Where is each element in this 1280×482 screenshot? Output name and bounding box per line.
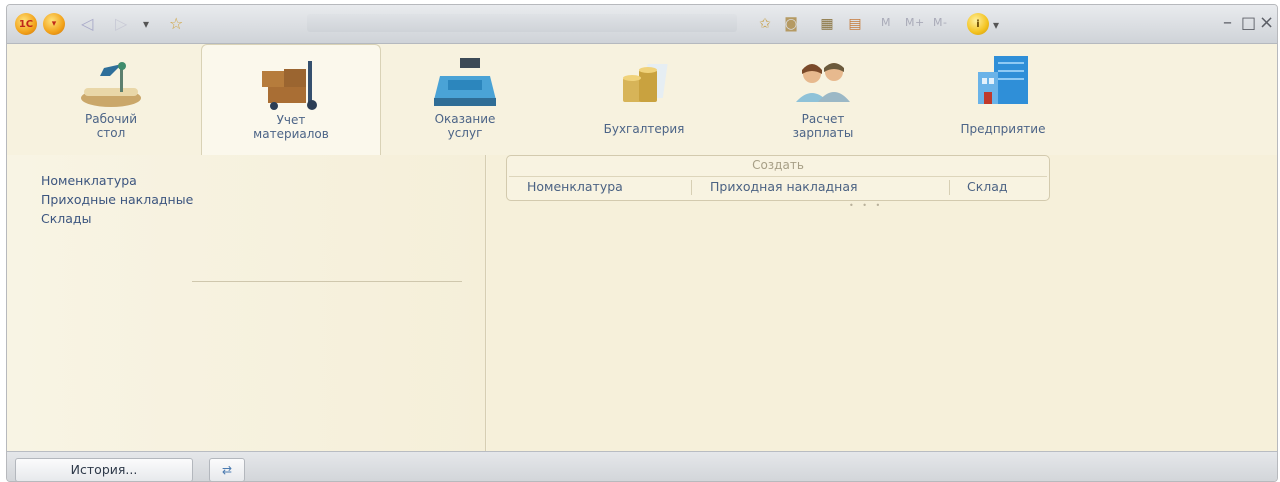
create-warehouse-button[interactable]: Склад	[967, 179, 1008, 194]
app-window: 1С ▾ ◁ ▷ ▾ ☆ ✩ ◙ ▦ ▤ M M+ M- i ▾ – □ × Р…	[6, 4, 1278, 482]
more-actions-indicator: • • •	[849, 201, 884, 210]
section-enterprise[interactable]: Предприятие	[933, 46, 1073, 152]
forward-arrow-icon[interactable]: ▷	[115, 15, 127, 33]
section-services[interactable]: Оказание услуг	[405, 46, 525, 152]
nav-link-warehouses[interactable]: Склады	[41, 211, 91, 226]
section-accounting[interactable]: Бухгалтерия	[579, 46, 709, 152]
nav-link-nomenclature[interactable]: Номенклатура	[41, 173, 137, 188]
connection-icon[interactable]: ⇄	[209, 458, 245, 481]
cash-register-icon	[430, 54, 500, 110]
info-icon[interactable]: i	[967, 13, 989, 35]
section-label: Оказание услуг	[434, 112, 496, 140]
memory-plus-button[interactable]: M+	[905, 16, 925, 29]
bookmark-icon[interactable]: ◙	[781, 14, 801, 34]
create-group-title: Создать	[752, 158, 804, 172]
nav-link-receipt-invoices[interactable]: Приходные накладные	[41, 192, 193, 207]
main-menu-button[interactable]: ▾	[43, 13, 65, 35]
divider	[192, 281, 462, 282]
separator	[691, 180, 692, 195]
section-materials[interactable]: Учет материалов	[201, 44, 381, 157]
status-bar: История... ⇄	[7, 451, 1277, 481]
create-receipt-invoice-button[interactable]: Приходная накладная	[710, 179, 858, 194]
add-favorite-icon[interactable]: ✩	[755, 14, 775, 34]
info-dropdown-icon[interactable]: ▾	[993, 16, 999, 34]
divider	[509, 176, 1047, 177]
maximize-button[interactable]: □	[1241, 12, 1256, 34]
section-label: Бухгалтерия	[603, 122, 685, 136]
section-label: Расчет зарплаты	[792, 112, 854, 140]
close-button[interactable]: ×	[1259, 12, 1274, 34]
section-desktop[interactable]: Рабочий стол	[51, 46, 171, 152]
create-actions-group: Создать Номенклатура Приходная накладная…	[506, 155, 1050, 201]
history-dropdown-icon[interactable]: ▾	[143, 15, 149, 33]
history-button[interactable]: История...	[15, 458, 193, 481]
section-label: Учет материалов	[253, 113, 329, 141]
boxes-cart-icon	[256, 55, 326, 111]
back-arrow-icon[interactable]: ◁	[81, 15, 93, 33]
minimize-button[interactable]: –	[1223, 12, 1232, 34]
title-area	[307, 14, 737, 32]
memory-m-button[interactable]: M	[881, 16, 891, 29]
navigation-panel: Номенклатура Приходные накладные Склады	[7, 155, 486, 451]
people-icon	[788, 54, 858, 110]
coins-icon	[609, 54, 679, 110]
create-nomenclature-button[interactable]: Номенклатура	[527, 179, 623, 194]
calculator-icon[interactable]: ▦	[817, 14, 837, 34]
section-panel: Рабочий стол Учет материалов Оказание ус…	[7, 44, 1277, 157]
separator	[949, 180, 950, 195]
section-label: Предприятие	[960, 122, 1046, 136]
favorites-star-icon[interactable]: ☆	[169, 15, 183, 33]
app-logo-icon[interactable]: 1С	[15, 13, 37, 35]
calendar-icon[interactable]: ▤	[845, 14, 865, 34]
title-bar: 1С ▾ ◁ ▷ ▾ ☆ ✩ ◙ ▦ ▤ M M+ M- i ▾ – □ ×	[7, 5, 1277, 44]
desk-lamp-icon	[76, 54, 146, 110]
building-icon	[968, 54, 1038, 110]
memory-minus-button[interactable]: M-	[933, 16, 947, 29]
section-label: Рабочий стол	[84, 112, 138, 140]
section-payroll[interactable]: Расчет зарплаты	[763, 46, 883, 152]
